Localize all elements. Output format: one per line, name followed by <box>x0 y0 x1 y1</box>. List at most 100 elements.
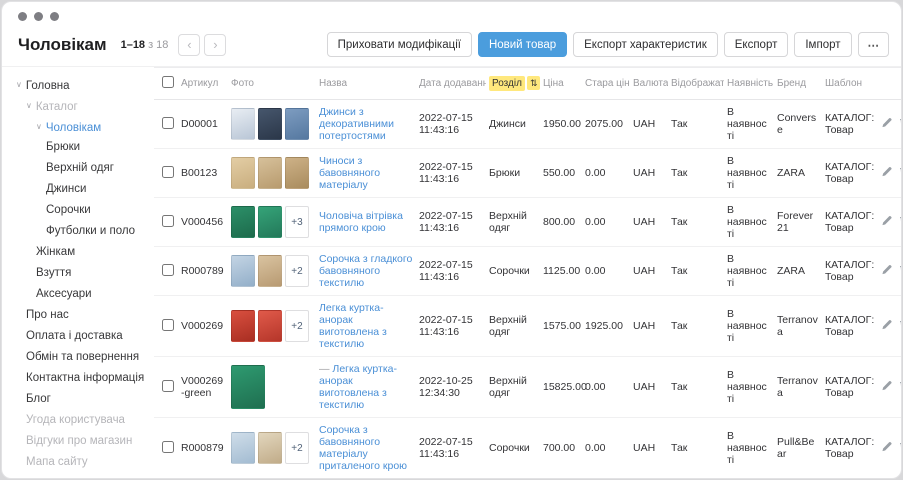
edit-icon[interactable] <box>881 264 892 278</box>
sidebar-item-0[interactable]: ∨Головна <box>12 74 152 95</box>
product-thumbnail[interactable] <box>285 157 309 189</box>
column-header-brand[interactable]: Бренд <box>774 68 822 100</box>
product-thumbnail[interactable] <box>231 255 255 287</box>
product-thumbnail[interactable] <box>258 255 282 287</box>
column-header-old_price[interactable]: Стара ціна <box>582 68 630 100</box>
product-name-link[interactable]: Джинси з декоративними потертостями <box>319 106 394 142</box>
sidebar-item-4[interactable]: Верхній одяг <box>12 158 152 179</box>
delete-icon[interactable] <box>899 166 901 181</box>
edit-icon[interactable] <box>881 380 892 394</box>
sidebar-item-17[interactable]: Відгуки про магазин <box>12 431 152 452</box>
more-photos-badge[interactable]: +2 <box>285 310 309 342</box>
more-photos-badge[interactable]: +2 <box>285 255 309 287</box>
delete-icon[interactable] <box>899 215 901 230</box>
brand-cell: ZARA <box>774 247 822 296</box>
old-price-cell: 2075.00 <box>582 100 630 149</box>
column-header-price[interactable]: Ціна <box>540 68 582 100</box>
display-cell: Так <box>668 198 724 247</box>
sidebar-item-3[interactable]: Брюки <box>12 137 152 158</box>
row-checkbox[interactable] <box>162 441 174 453</box>
edit-icon[interactable] <box>881 117 892 131</box>
delete-icon[interactable] <box>899 441 901 456</box>
sidebar-item-6[interactable]: Сорочки <box>12 200 152 221</box>
row-checkbox[interactable] <box>162 117 174 129</box>
currency-cell: UAH <box>630 100 668 149</box>
export-button[interactable]: Експорт <box>724 32 789 57</box>
row-checkbox[interactable] <box>162 215 174 227</box>
column-header-stock[interactable]: Наявність <box>724 68 774 100</box>
row-checkbox[interactable] <box>162 380 174 392</box>
edit-icon[interactable] <box>881 166 892 180</box>
more-photos-badge[interactable]: +2 <box>285 432 309 464</box>
product-name-link[interactable]: Чиноси з бавовняного матеріалу <box>319 155 380 191</box>
column-header-photo[interactable]: Фото <box>228 68 316 100</box>
product-thumbnail[interactable] <box>258 432 282 464</box>
sidebar-item-12[interactable]: Оплата і доставка <box>12 326 152 347</box>
sidebar-item-2[interactable]: ∨Чоловікам <box>12 116 152 137</box>
window-control-dot[interactable] <box>18 12 27 21</box>
sort-icon[interactable]: ⇅ <box>527 76 540 90</box>
delete-icon[interactable] <box>899 264 901 279</box>
delete-icon[interactable] <box>899 380 901 395</box>
product-thumbnail[interactable] <box>231 432 255 464</box>
more-actions-button[interactable]: ⋯ <box>858 32 890 57</box>
sidebar-item-8[interactable]: Жінкам <box>12 242 152 263</box>
sidebar-item-1[interactable]: ∨Каталог <box>12 95 152 116</box>
delete-icon[interactable] <box>899 117 901 132</box>
column-header-currency[interactable]: Валюта <box>630 68 668 100</box>
product-thumbnail[interactable] <box>258 157 282 189</box>
sidebar-item-10[interactable]: Аксесуари <box>12 284 152 305</box>
sidebar-item-label: Мапа сайту <box>26 456 88 468</box>
currency-cell: UAH <box>630 198 668 247</box>
sidebar-item-9[interactable]: Взуття <box>12 263 152 284</box>
window-control-dot[interactable] <box>34 12 43 21</box>
hide-modifications-button[interactable]: Приховати модифікації <box>327 32 472 57</box>
sidebar-item-11[interactable]: Про нас <box>12 305 152 326</box>
product-thumbnail[interactable] <box>231 365 265 409</box>
edit-icon[interactable] <box>881 441 892 455</box>
product-thumbnail[interactable] <box>258 310 282 342</box>
sidebar-item-14[interactable]: Контактна інформація <box>12 368 152 389</box>
sidebar-item-16[interactable]: Угода користувача <box>12 410 152 431</box>
edit-icon[interactable] <box>881 319 892 333</box>
sidebar-item-5[interactable]: Джинси <box>12 179 152 200</box>
column-header-name[interactable]: Назва <box>316 68 416 100</box>
product-thumbnail[interactable] <box>231 108 255 140</box>
product-thumbnail[interactable] <box>231 310 255 342</box>
product-name-link[interactable]: Легка куртка-анорак виготовлена з тексти… <box>319 302 387 350</box>
product-thumbnail[interactable] <box>258 108 282 140</box>
product-name-link[interactable]: Сорочка з гладкого бавовняного текстилю <box>319 253 412 289</box>
column-header-template[interactable]: Шаблон <box>822 68 878 100</box>
window-control-dot[interactable] <box>50 12 59 21</box>
prev-page-button[interactable]: ‹ <box>178 34 200 56</box>
column-header-article[interactable]: Артикул <box>178 68 228 100</box>
delete-icon[interactable] <box>899 319 901 334</box>
more-photos-badge[interactable]: +3 <box>285 206 309 238</box>
next-page-button[interactable]: › <box>204 34 226 56</box>
sidebar-item-7[interactable]: Футболки и поло <box>12 221 152 242</box>
column-header-display[interactable]: Відображати <box>668 68 724 100</box>
product-thumbnail[interactable] <box>285 108 309 140</box>
column-header-section[interactable]: Розділ⇅ <box>486 68 540 100</box>
date-cell: 2022-07-15 11:43:16 <box>416 198 486 247</box>
column-header-date[interactable]: Дата додавання <box>416 68 486 100</box>
select-all-checkbox[interactable] <box>162 76 174 88</box>
import-button[interactable]: Імпорт <box>794 32 851 57</box>
product-name-link[interactable]: Чоловіча вітрівка прямого крою <box>319 210 403 234</box>
sidebar-item-15[interactable]: Блог <box>12 389 152 410</box>
name-cell: Сорочка з гладкого бавовняного текстилю <box>316 247 416 296</box>
row-checkbox[interactable] <box>162 166 174 178</box>
sidebar-item-13[interactable]: Обмін та повернення <box>12 347 152 368</box>
edit-icon[interactable] <box>881 215 892 229</box>
sidebar-item-18[interactable]: Мапа сайту <box>12 452 152 473</box>
row-checkbox[interactable] <box>162 264 174 276</box>
product-thumbnail[interactable] <box>258 206 282 238</box>
brand-cell: Pull&Bear <box>774 418 822 479</box>
display-cell: Так <box>668 247 724 296</box>
new-product-button[interactable]: Новий товар <box>478 32 567 57</box>
product-thumbnail[interactable] <box>231 157 255 189</box>
export-attributes-button[interactable]: Експорт характеристик <box>573 32 718 57</box>
product-thumbnail[interactable] <box>231 206 255 238</box>
product-name-link[interactable]: Сорочка з бавовняного матеріалу притален… <box>319 424 407 472</box>
row-checkbox[interactable] <box>162 319 174 331</box>
